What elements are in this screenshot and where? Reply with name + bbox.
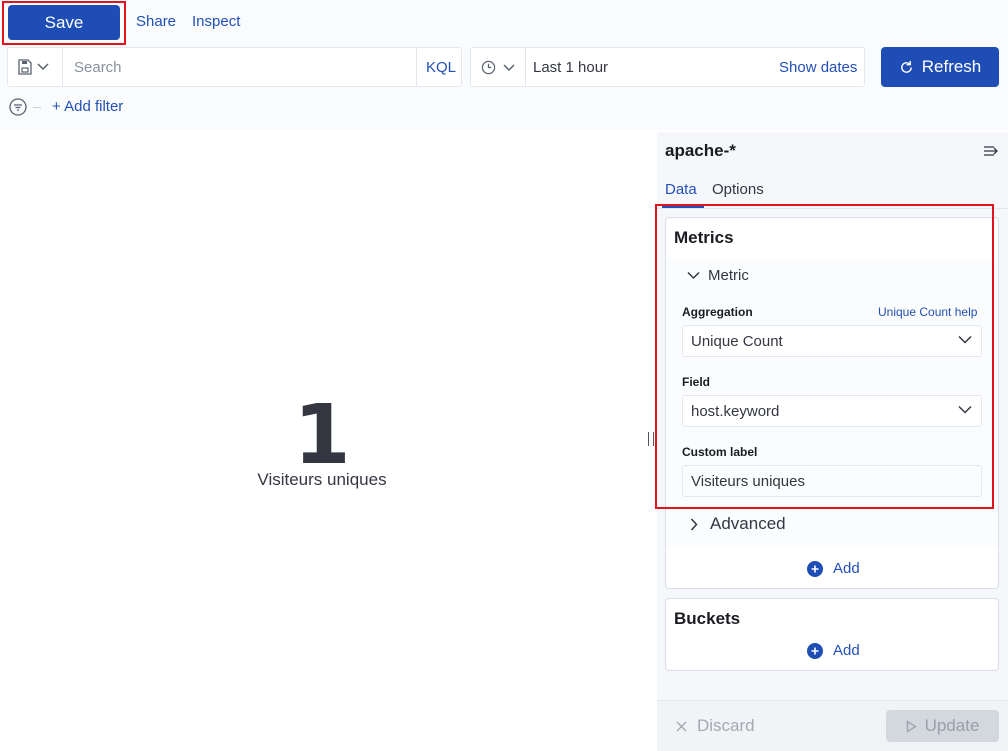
time-range-value[interactable]: Last 1 hour [533,59,608,76]
search-input[interactable]: Search [74,59,122,76]
share-link[interactable]: Share [136,13,176,30]
show-dates-link[interactable]: Show dates [779,59,857,76]
save-query-icon [18,59,32,75]
filter-options-button[interactable] [9,98,41,116]
metric-highlight-frame [655,204,994,509]
add-bucket-button[interactable]: Add [807,642,860,659]
close-icon [676,721,687,731]
add-metric-label: Add [833,560,860,577]
play-icon [906,719,917,733]
refresh-icon [900,60,912,73]
chevron-down-icon [37,63,49,71]
save-highlight-frame [2,1,126,45]
refresh-button[interactable]: Refresh [881,47,999,87]
add-bucket-label: Add [833,642,860,659]
plus-circle-icon [807,560,823,577]
filter-icon [9,98,27,116]
index-pattern-title: apache-* [665,141,736,160]
discard-label: Discard [697,716,755,735]
chevron-right-icon [690,517,698,531]
clock-icon [481,60,496,75]
quick-menu-button[interactable] [481,60,515,75]
buckets-title: Buckets [674,609,741,628]
discard-button[interactable]: Discard [676,716,755,736]
time-divider [525,48,526,86]
advanced-toggle[interactable]: Advanced [690,514,786,534]
collapse-panel-icon [984,146,998,156]
tab-data[interactable]: Data [665,181,697,198]
kql-divider [416,48,417,86]
chevron-down-icon [503,63,515,71]
add-filter-button[interactable]: + Add filter [52,98,123,115]
query-search-bar: Search KQL [7,47,462,87]
advanced-label: Advanced [710,514,786,533]
saved-query-menu-button[interactable] [18,59,49,75]
refresh-button-label: Refresh [921,57,982,76]
tab-options[interactable]: Options [712,181,764,198]
filter-separator [33,106,41,108]
time-picker: Last 1 hour Show dates [470,47,865,87]
update-button[interactable]: Update [886,710,999,742]
metric-label: Visiteurs uniques [257,470,387,489]
update-label: Update [924,716,980,735]
collapse-sidebar-button[interactable] [983,144,999,163]
add-metric-button[interactable]: Add [807,560,860,577]
inspect-link[interactable]: Inspect [192,13,240,30]
panel-resize-handle[interactable] [648,432,654,446]
search-divider [62,48,63,86]
plus-circle-icon [807,642,823,659]
query-language-switch[interactable]: KQL [426,59,456,76]
